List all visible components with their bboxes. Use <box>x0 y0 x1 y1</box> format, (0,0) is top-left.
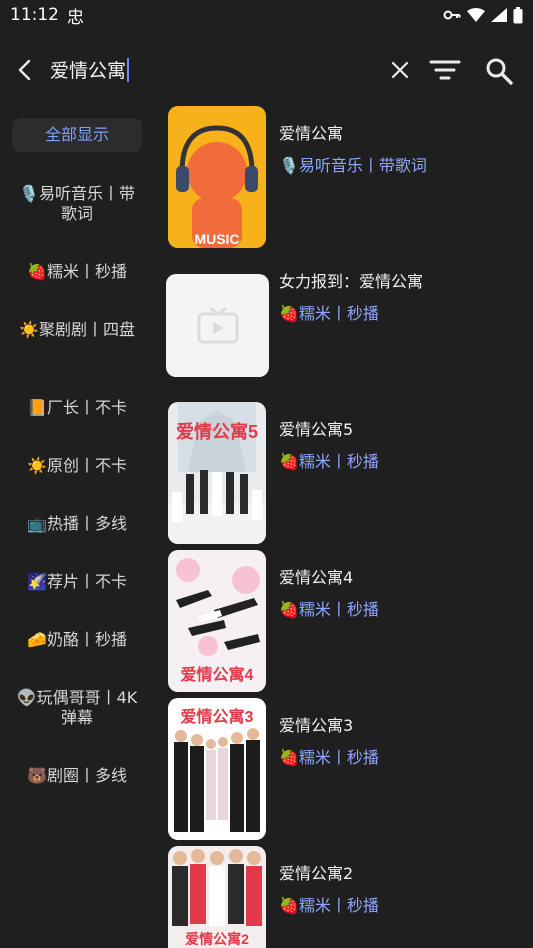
status-time: 11:12 <box>10 5 59 25</box>
wifi-icon <box>467 8 485 22</box>
search-input[interactable]: 爱情公寓 <box>50 56 130 83</box>
poster-image: 爱情公寓4 <box>168 550 266 692</box>
signal-icon <box>491 8 507 22</box>
text-caret <box>127 57 130 82</box>
result-source: 🎙️易听音乐丨带歌词 <box>279 156 427 175</box>
result-title: 爱情公寓4 <box>279 568 354 587</box>
carrier-glyph: 忠 <box>67 7 84 28</box>
key-icon <box>443 10 461 20</box>
sidebar-item-changzhang[interactable]: 📙厂长丨不卡 <box>12 398 142 418</box>
list-item[interactable]: 女力报到：爱情公寓 🍓糯米丨秒播 <box>166 254 526 396</box>
sidebar-item-yuanchuang[interactable]: ☀️原创丨不卡 <box>12 456 142 476</box>
result-title: 爱情公寓5 <box>279 420 354 439</box>
result-source: 🍓糯米丨秒播 <box>279 304 379 323</box>
search-icon[interactable] <box>484 56 514 86</box>
poster-image: 爱情公寓5 <box>168 402 266 544</box>
list-item[interactable]: 爱情公寓5 爱情公寓5 🍓糯米丨秒播 <box>166 402 526 544</box>
poster-image: 爱情公寓3 <box>168 698 266 840</box>
tv-placeholder-icon <box>197 306 239 344</box>
result-title: 爱情公寓3 <box>279 716 354 735</box>
screen: 11:12 忠 爱情公寓 全部显示 🎙️易听音乐丨带歌词 🍓糯米丨秒播 ☀️聚剧… <box>0 0 533 948</box>
poster-text: 爱情公寓2 <box>185 931 249 947</box>
poster-image: 爱情公寓2 <box>168 846 266 948</box>
sidebar-item-wanou[interactable]: 👽玩偶哥哥丨4K弹幕 <box>12 688 142 728</box>
result-title: 爱情公寓 <box>279 124 344 143</box>
result-source: 🍓糯米丨秒播 <box>279 600 379 619</box>
battery-icon <box>513 6 523 23</box>
search-query: 爱情公寓 <box>50 60 127 82</box>
search-bar: 爱情公寓 <box>0 42 533 98</box>
result-source: 🍓糯米丨秒播 <box>279 896 379 915</box>
poster-image: MUSIC <box>168 106 266 248</box>
poster-text: MUSIC <box>194 231 239 247</box>
poster-text: 爱情公寓3 <box>181 707 254 726</box>
list-item[interactable]: 爱情公寓2 爱情公寓2 🍓糯米丨秒播 <box>166 846 526 948</box>
result-source: 🍓糯米丨秒播 <box>279 452 379 471</box>
sidebar-item-jujuju[interactable]: ☀️聚剧剧丨四盘 <box>12 320 142 340</box>
sidebar-item-nailao[interactable]: 🧀奶酪丨秒播 <box>12 630 142 650</box>
close-icon[interactable] <box>388 58 412 82</box>
filter-icon[interactable] <box>428 58 462 82</box>
sidebar-item-juquan[interactable]: 🐻剧圈丨多线 <box>12 766 142 786</box>
sidebar-item-jianpian[interactable]: 🌠荐片丨不卡 <box>12 572 142 592</box>
list-item[interactable]: 爱情公寓3 爱情公寓3 🍓糯米丨秒播 <box>166 698 526 840</box>
result-source: 🍓糯米丨秒播 <box>279 748 379 767</box>
poster-placeholder <box>166 274 269 377</box>
result-title: 女力报到：爱情公寓 <box>279 272 424 291</box>
poster-text: 爱情公寓4 <box>181 665 254 684</box>
back-arrow-icon[interactable] <box>12 56 40 84</box>
poster-text: 爱情公寓5 <box>176 421 258 442</box>
result-title: 爱情公寓2 <box>279 864 354 883</box>
sidebar-item-nuomi[interactable]: 🍓糯米丨秒播 <box>12 262 142 282</box>
sidebar-item-yiting[interactable]: 🎙️易听音乐丨带歌词 <box>12 184 142 224</box>
sidebar-item-all[interactable]: 全部显示 <box>12 118 142 152</box>
sidebar-item-rebo[interactable]: 📺热播丨多线 <box>12 514 142 534</box>
status-bar: 11:12 忠 <box>0 0 533 30</box>
list-item[interactable]: MUSIC 爱情公寓 🎙️易听音乐丨带歌词 <box>166 106 526 248</box>
list-item[interactable]: 爱情公寓4 爱情公寓4 🍓糯米丨秒播 <box>166 550 526 692</box>
